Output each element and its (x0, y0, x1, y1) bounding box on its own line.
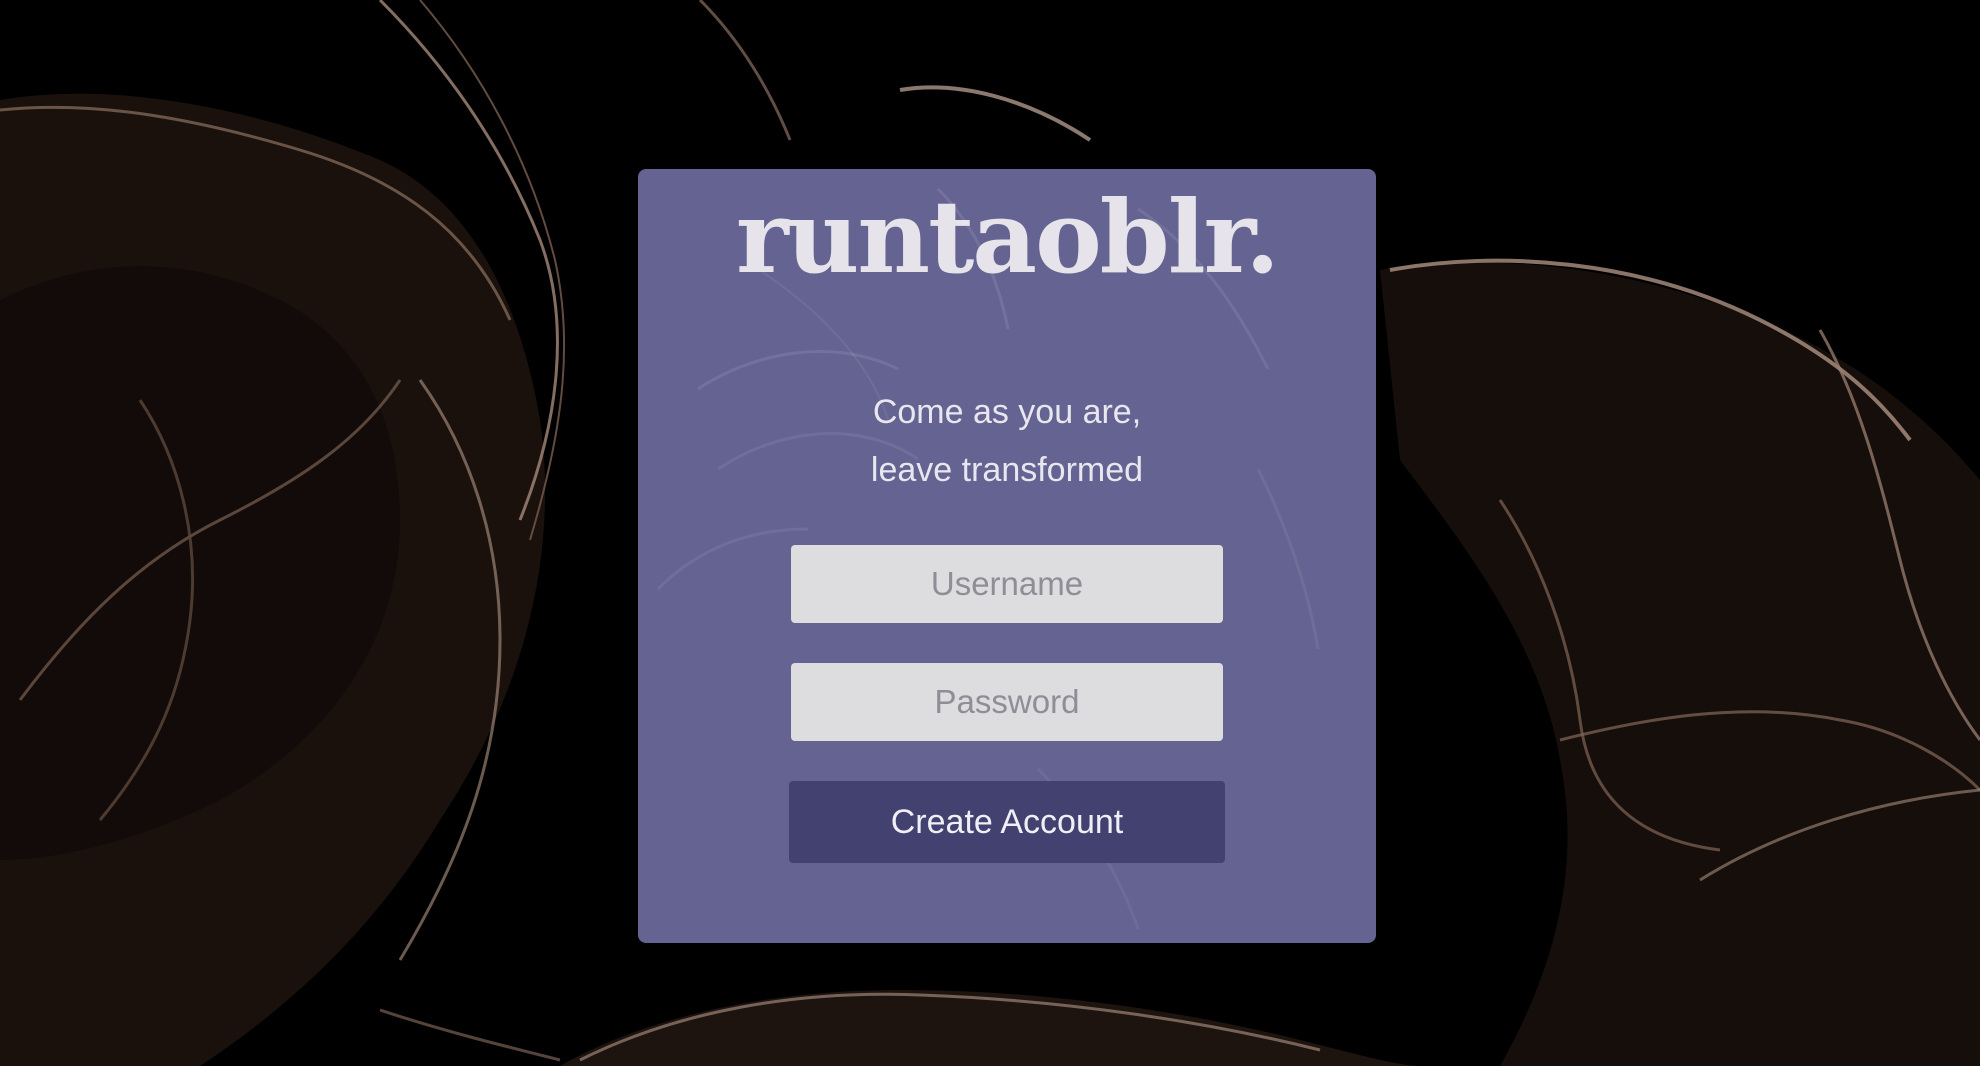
signup-page: runtaoblr. Come as you are, leave transf… (0, 0, 1980, 1066)
tagline-line-1: Come as you are, (872, 393, 1142, 431)
signup-card: runtaoblr. Come as you are, leave transf… (638, 169, 1376, 943)
tagline-line-2: leave transformed (870, 451, 1144, 489)
brand-logo: runtaoblr. (735, 178, 1280, 296)
username-input[interactable] (791, 545, 1223, 623)
create-account-button[interactable]: Create Account (789, 781, 1225, 863)
password-input[interactable] (791, 663, 1223, 741)
